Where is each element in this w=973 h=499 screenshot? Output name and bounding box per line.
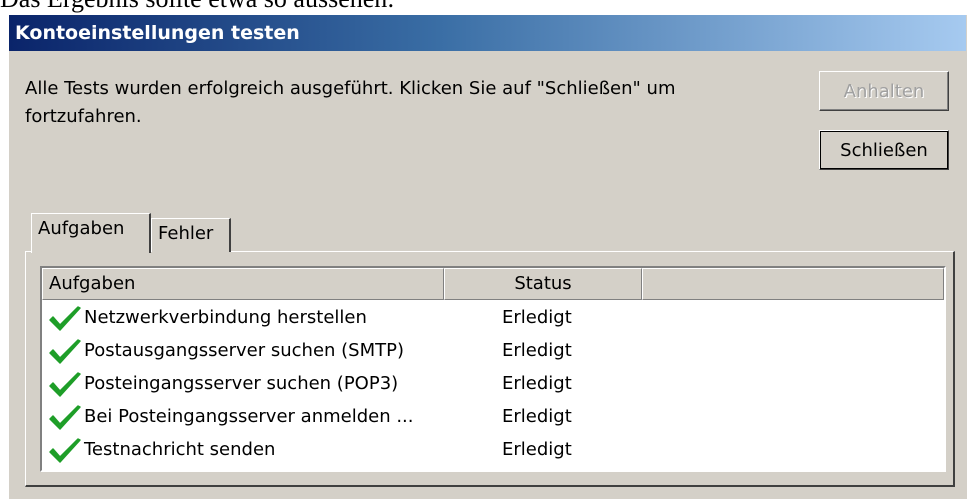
column-header-aufgaben[interactable]: Aufgaben [42, 268, 444, 300]
table-row[interactable]: Netzwerkverbindung herstellen Erledigt [42, 302, 944, 335]
dialog-titlebar[interactable]: Kontoeinstellungen testen [9, 15, 966, 51]
task-name: Postausgangsserver suchen (SMTP) [84, 340, 404, 361]
task-status: Erledigt [502, 340, 572, 361]
check-icon [49, 306, 81, 331]
stop-button[interactable]: Anhalten [819, 71, 949, 111]
task-status: Erledigt [502, 439, 572, 460]
table-row[interactable]: Postausgangsserver suchen (SMTP) Erledigt [42, 335, 944, 368]
table-row[interactable]: Testnachricht senden Erledigt [42, 434, 944, 467]
task-name: Posteingangsserver suchen (POP3) [84, 373, 399, 394]
status-message: Alle Tests wurden erfolgreich ausgeführt… [25, 78, 676, 127]
table-row[interactable]: Posteingangsserver suchen (POP3) Erledigt [42, 368, 944, 401]
close-button[interactable]: Schließen [819, 130, 949, 170]
check-icon [49, 372, 81, 397]
check-icon [49, 405, 81, 430]
table-row[interactable]: Bei Posteingangsserver anmelden ... Erled… [42, 401, 944, 434]
document-caption: Das Ergebnis sollte etwa so aussehen: [0, 0, 395, 12]
dialog-title: Kontoeinstellungen testen [15, 22, 300, 44]
column-header-status[interactable]: Status [444, 268, 642, 300]
tab-panel-aufgaben: Aufgaben Status Netzwerkverbindung herst… [25, 251, 955, 487]
check-icon [49, 438, 81, 463]
check-icon [49, 339, 81, 364]
account-settings-test-dialog: Kontoeinstellungen testen Alle Tests wur… [8, 14, 967, 499]
tab-fehler[interactable]: Fehler [151, 218, 231, 252]
task-name: Netzwerkverbindung herstellen [84, 307, 367, 328]
task-status: Erledigt [502, 373, 572, 394]
task-status: Erledigt [502, 307, 572, 328]
task-list-header: Aufgaben Status [42, 268, 944, 300]
task-name: Bei Posteingangsserver anmelden ... [84, 406, 414, 427]
task-status: Erledigt [502, 406, 572, 427]
task-list[interactable]: Aufgaben Status Netzwerkverbindung herst… [40, 266, 946, 472]
column-header-empty[interactable] [642, 268, 944, 300]
tab-aufgaben[interactable]: Aufgaben [31, 213, 151, 253]
task-name: Testnachricht senden [84, 439, 276, 460]
